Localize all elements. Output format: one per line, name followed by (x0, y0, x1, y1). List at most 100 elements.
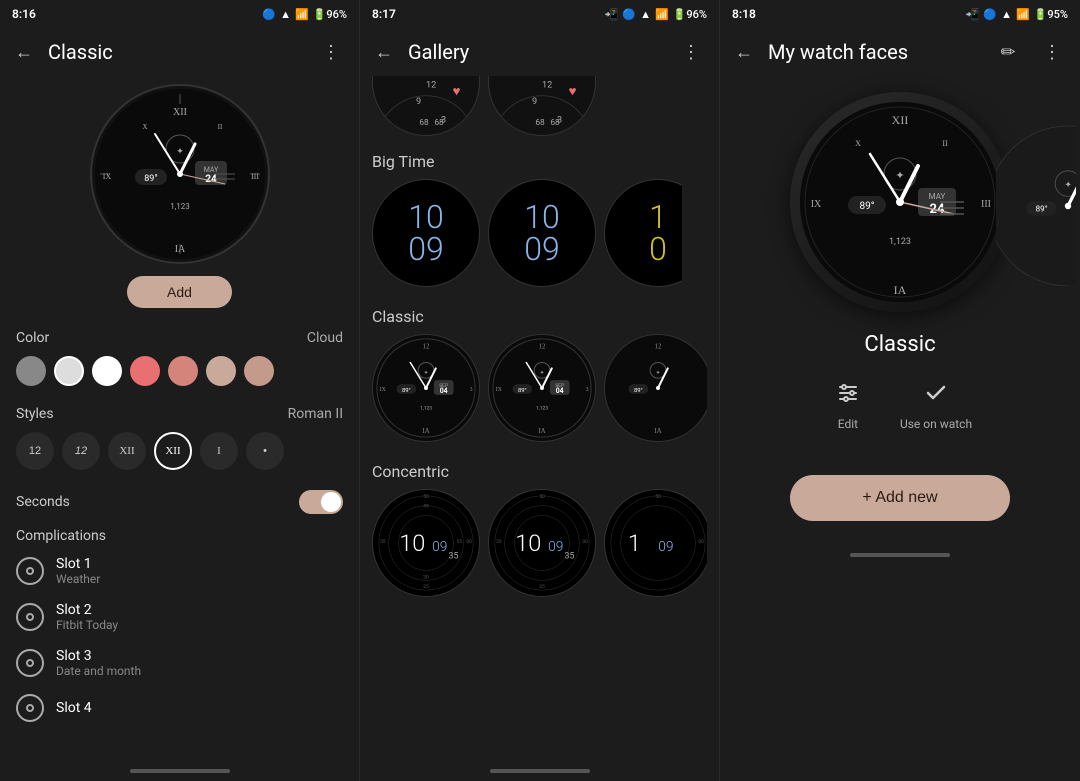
svg-text:09: 09 (432, 539, 447, 555)
seconds-toggle[interactable] (299, 490, 343, 514)
right-battery-icon: 🔋95% (1034, 8, 1068, 21)
svg-text:00: 00 (466, 539, 472, 545)
svg-text:68: 68 (434, 118, 444, 128)
svg-text:89°: 89° (860, 201, 875, 212)
style-btn-12-serif[interactable]: 12 (62, 432, 100, 470)
gallery-scroll[interactable]: Big Time 10 09 10 09 1 (360, 144, 719, 761)
svg-text:1: 1 (628, 529, 641, 557)
bluetooth-icon: 🔵 (262, 8, 276, 21)
big-time-digits-2: 10 09 (524, 201, 560, 265)
classic-face-3[interactable]: 12 IA ✦ 89° (604, 334, 707, 442)
svg-text:09: 09 (548, 539, 563, 555)
color-label: Color (16, 330, 49, 346)
svg-text:35: 35 (496, 539, 502, 545)
color-setting-row: Color Cloud (16, 320, 343, 350)
svg-text:04: 04 (440, 387, 448, 395)
svg-text:♥: ♥ (453, 85, 461, 100)
style-btn-dot[interactable]: • (246, 432, 284, 470)
svg-text:XII: XII (173, 107, 187, 118)
gallery-clip-2: 9 3 12 ♥ 68 68 (488, 76, 596, 136)
classic-face-2[interactable]: 12 3 IA IX ✦ 89° SEP 04 1,123 (488, 334, 596, 442)
slot2-row[interactable]: Slot 2 Fitbit Today (16, 594, 343, 640)
svg-text:12: 12 (423, 344, 430, 351)
big-time-face-3[interactable]: 1 0 (604, 179, 707, 287)
concentric-title: Concentric (372, 454, 707, 489)
mid-menu-button[interactable]: ⋮ (671, 32, 711, 72)
svg-text:10: 10 (399, 529, 425, 557)
svg-text:1,123: 1,123 (889, 237, 911, 247)
right-edit-button[interactable]: ✏ (988, 32, 1028, 72)
svg-text:MAY: MAY (929, 192, 946, 201)
right-menu-button[interactable]: ⋮ (1032, 32, 1072, 72)
right-panel: 8:18 📲 🔵 ▲ 📶 🔋95% ← My watch faces ✏ ⋮ X… (720, 0, 1080, 781)
left-panel: 8:16 🔵 ▲ 📶 🔋96% ← Classic ⋮ (0, 0, 360, 781)
right-title: My watch faces (768, 40, 984, 64)
svg-text:1,123: 1,123 (536, 406, 548, 412)
slot1-row[interactable]: Slot 1 Weather (16, 548, 343, 594)
mid-back-button[interactable]: ← (364, 32, 404, 72)
use-on-watch-action[interactable]: Use on watch (900, 373, 972, 431)
mid-wifi-icon: 📶 (655, 8, 669, 21)
slot3-row[interactable]: Slot 3 Date and month (16, 640, 343, 686)
svg-text:12: 12 (426, 80, 436, 90)
left-menu-button[interactable]: ⋮ (311, 32, 351, 72)
color-swatch-gray[interactable] (16, 356, 46, 386)
style-btn-12-sans[interactable]: 12 (16, 432, 54, 470)
color-swatch-red[interactable] (130, 356, 160, 386)
big-time-face-2[interactable]: 10 09 (488, 179, 596, 287)
battery-icon: 🔋96% (313, 8, 347, 21)
style-btn-xii-selected[interactable]: XII (154, 432, 192, 470)
mid-time: 8:17 (372, 7, 396, 21)
color-swatch-peach[interactable] (244, 356, 274, 386)
style-btn-xii[interactable]: XII (108, 432, 146, 470)
slot4-row[interactable]: Slot 4 (16, 686, 343, 730)
edit-action[interactable]: Edit (828, 373, 868, 431)
color-swatch-lightgray[interactable] (54, 356, 84, 386)
svg-text:IA: IA (654, 428, 661, 435)
right-notification-icon: 📲 (966, 8, 980, 21)
classic-face-1[interactable]: 12 3 IA IX ✦ 89° SEP 04 1,123 (372, 334, 480, 442)
style-btn-i[interactable]: I (200, 432, 238, 470)
add-button[interactable]: Add (127, 276, 232, 308)
concentric-face-3[interactable]: 50 00 1 09 (604, 489, 707, 597)
styles-value: Roman II (288, 406, 343, 422)
settings-scroll[interactable]: Color Cloud Styles Roman II 12 12 XII XI… (0, 320, 359, 761)
slot3-subtitle: Date and month (56, 664, 343, 678)
svg-text:30: 30 (423, 574, 429, 580)
check-icon (916, 373, 956, 413)
partial-watch-svg: ✦ 89° (996, 106, 1076, 286)
svg-text:IA: IA (894, 283, 907, 297)
slot3-icon (16, 649, 44, 677)
slot1-icon (16, 557, 44, 585)
svg-text:IX: IX (380, 387, 387, 393)
color-swatch-rose[interactable] (206, 356, 236, 386)
color-swatch-salmon[interactable] (168, 356, 198, 386)
svg-text:68: 68 (550, 118, 560, 128)
svg-text:89°: 89° (634, 388, 643, 394)
edit-sliders-icon (828, 373, 868, 413)
concentric-faces: 50 45 00 55 25 30 35 10 09 35 (372, 489, 707, 597)
complications-header: Complications (16, 518, 343, 548)
mid-title: Gallery (408, 40, 667, 64)
concentric-face-1[interactable]: 50 45 00 55 25 30 35 10 09 35 (372, 489, 480, 597)
add-new-container: + Add new (720, 451, 1080, 545)
slot2-title: Slot 2 (56, 602, 343, 618)
classic-faces: 12 3 IA IX ✦ 89° SEP 04 1,123 (372, 334, 707, 442)
svg-text:✦: ✦ (176, 147, 184, 157)
mid-status-icons: 📲 🔵 ▲ 📶 🔋96% (605, 8, 707, 21)
big-time-face-1[interactable]: 10 09 (372, 179, 480, 287)
edit-label: Edit (838, 417, 858, 431)
left-back-button[interactable]: ← (4, 32, 44, 72)
svg-text:III: III (981, 199, 991, 210)
svg-text:89°: 89° (144, 174, 157, 184)
svg-text:10: 10 (515, 529, 541, 557)
concentric-face-2[interactable]: 50 00 25 35 10 09 35 (488, 489, 596, 597)
color-swatch-white[interactable] (92, 356, 122, 386)
right-back-button[interactable]: ← (724, 32, 764, 72)
add-new-button[interactable]: + Add new (790, 475, 1010, 521)
svg-text:50: 50 (423, 494, 429, 500)
svg-text:00: 00 (698, 539, 704, 545)
svg-text:✦: ✦ (1064, 181, 1072, 191)
right-watch-name: Classic (720, 320, 1080, 373)
right-watch-inner: XII III IA IX X II ✦ 89° MAY 24 1,123 (800, 102, 1000, 302)
